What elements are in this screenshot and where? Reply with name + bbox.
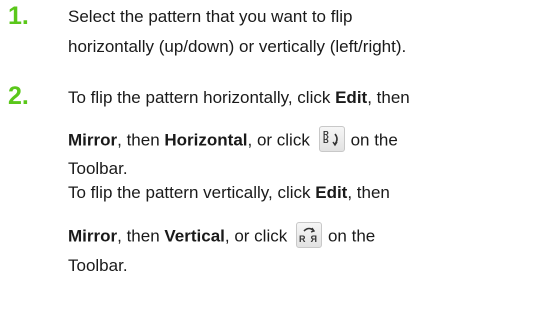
- instruction-text: , then: [117, 130, 165, 150]
- instruction-text: , then: [347, 183, 390, 202]
- menu-edit-label: Edit: [335, 88, 368, 107]
- menu-edit-label: Edit: [315, 183, 348, 202]
- instruction-text: To flip the pattern vertically, click: [68, 183, 316, 202]
- instruction-text: To flip the pattern horizontally, click: [68, 88, 336, 107]
- instruction-text: , or click: [224, 226, 288, 246]
- instruction-text: on the: [350, 130, 398, 150]
- step-2-vertical-line-2: Mirror, then Vertical, or click R R on t…: [68, 222, 543, 250]
- step-1-line-2: horizontally (up/down) or vertically (le…: [68, 37, 407, 56]
- svg-text:R: R: [310, 234, 317, 244]
- step-number-1: 1.: [8, 2, 29, 30]
- svg-text:R: R: [323, 135, 329, 144]
- step-2-horizontal-line-2: Mirror, then Horizontal, or click R R on…: [68, 126, 543, 154]
- instruction-text: on the: [327, 226, 376, 246]
- step-2-vertical-line-3: Toolbar.: [68, 256, 128, 275]
- instruction-text: , or click: [247, 130, 310, 150]
- svg-text:R: R: [299, 234, 306, 244]
- step-2-vertical-line-1: To flip the pattern vertically, click Ed…: [68, 181, 543, 205]
- menu-mirror-label: Mirror: [68, 226, 118, 246]
- menu-horizontal-label: Horizontal: [164, 130, 248, 150]
- mirror-vertical-icon[interactable]: R R: [295, 222, 322, 248]
- menu-vertical-label: Vertical: [164, 226, 225, 246]
- step-2-horizontal-line-1: To flip the pattern horizontally, click …: [68, 86, 543, 110]
- step-2-horizontal-line-3: Toolbar.: [68, 159, 128, 178]
- step-number-2: 2.: [8, 82, 29, 110]
- menu-mirror-label: Mirror: [68, 130, 118, 150]
- instruction-text: , then: [117, 226, 165, 246]
- mirror-horizontal-icon[interactable]: R R: [318, 126, 345, 152]
- step-1-line-1: Select the pattern that you want to flip: [68, 7, 353, 26]
- instruction-text: , then: [367, 88, 410, 107]
